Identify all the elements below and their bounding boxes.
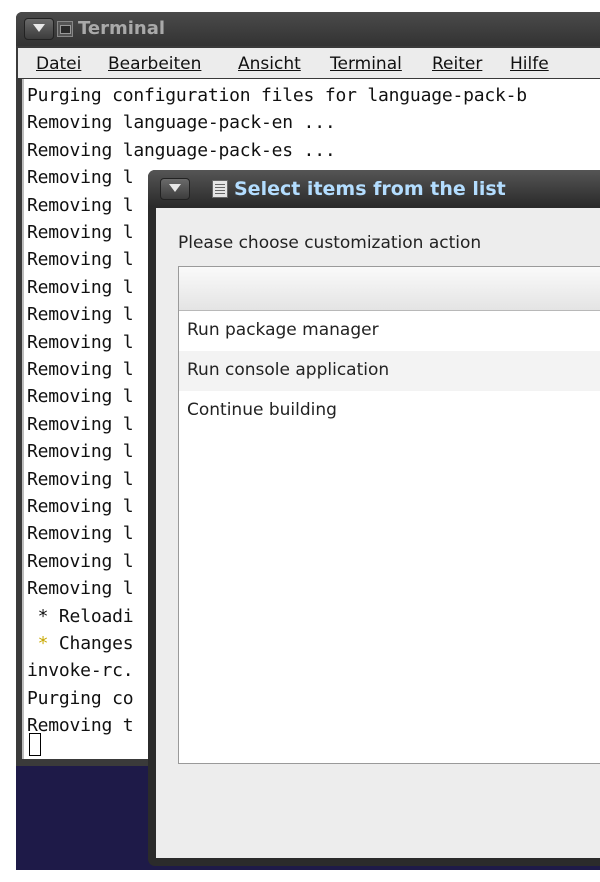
list-item[interactable]: Continue building <box>179 391 600 431</box>
terminal-line: Removing l <box>27 222 134 243</box>
terminal-line: Removing l <box>27 249 134 271</box>
terminal-menubar: Datei Bearbeiten Ansicht Terminal Reiter… <box>18 48 600 78</box>
menu-ansicht[interactable]: Ansicht <box>238 54 301 74</box>
menu-terminal[interactable]: Terminal <box>330 54 402 74</box>
list-icon <box>212 180 228 198</box>
dialog-content: Please choose customization action Run p… <box>156 208 600 858</box>
terminal-line: Purging configuration files for language… <box>27 85 527 106</box>
terminal-titlebar[interactable]: Terminal <box>16 12 600 46</box>
terminal-line: Removing l <box>27 496 134 517</box>
menu-reiter[interactable]: Reiter <box>432 54 482 74</box>
options-list[interactable]: Run package manager Run console applicat… <box>178 266 600 764</box>
chevron-down-icon <box>33 24 45 32</box>
terminal-line: Removing l <box>27 468 134 490</box>
terminal-line: * Changes <box>37 633 134 654</box>
window-menu-button[interactable] <box>24 18 54 40</box>
chevron-down-icon <box>169 184 181 192</box>
menu-hilfe[interactable]: Hilfe <box>510 54 549 74</box>
terminal-line: * Reloadi <box>37 605 134 627</box>
terminal-line: Removing l <box>27 523 134 545</box>
terminal-app-icon <box>57 21 73 37</box>
dialog-prompt: Please choose customization action <box>178 233 482 253</box>
terminal-line: Removing l <box>27 441 134 463</box>
terminal-line: Removing l <box>27 359 134 380</box>
screen: Terminal Datei Bearbeiten Ansicht Termin… <box>0 0 600 882</box>
text-cursor <box>29 733 41 756</box>
terminal-line: invoke-rc. <box>27 660 134 682</box>
terminal-line: Removing l <box>27 304 134 326</box>
menu-datei[interactable]: Datei <box>36 54 81 74</box>
menu-bearbeiten[interactable]: Bearbeiten <box>108 54 201 74</box>
terminal-line: Removing l <box>27 276 134 298</box>
select-items-dialog: Select items from the list Please choose… <box>148 170 600 866</box>
list-item[interactable]: Run console application <box>179 351 600 391</box>
list-item[interactable]: Run package manager <box>179 311 600 351</box>
list-column-header[interactable] <box>179 267 600 311</box>
terminal-line: Removing l <box>27 413 134 435</box>
dialog-window-menu-button[interactable] <box>160 178 190 200</box>
terminal-line: Removing l <box>27 194 134 216</box>
terminal-line: Removing language-pack-en ... <box>27 112 336 134</box>
dialog-title: Select items from the list <box>234 178 506 200</box>
terminal-line: Removing t <box>27 715 134 737</box>
terminal-line: Removing l <box>27 550 134 572</box>
terminal-line: Removing l <box>27 167 134 189</box>
dialog-titlebar[interactable]: Select items from the list <box>148 170 600 206</box>
terminal-line: Removing l <box>27 331 134 353</box>
terminal-line: Purging co <box>27 687 134 709</box>
terminal-title: Terminal <box>78 18 166 39</box>
bullet-star: * <box>37 633 49 654</box>
terminal-line: Removing l <box>27 386 134 408</box>
terminal-line: Removing language-pack-es ... <box>27 139 336 161</box>
terminal-line: Removing l <box>27 578 134 600</box>
bullet-star: * <box>37 605 49 627</box>
